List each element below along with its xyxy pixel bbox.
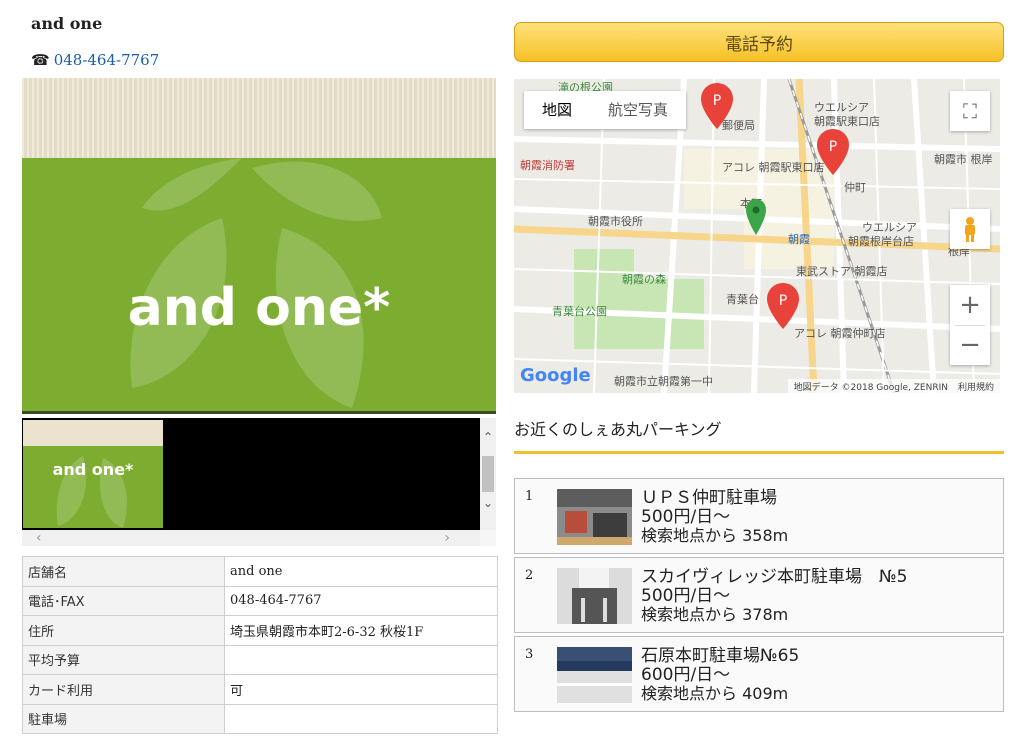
thumbnail-viewport: and one*	[22, 418, 480, 530]
shop-tel-number: 048-464-7767	[53, 51, 160, 69]
phone-reserve-button[interactable]: 電話予約	[514, 22, 1004, 62]
info-row: 駐車場	[22, 703, 498, 734]
hero-image: and one*	[22, 78, 496, 414]
info-row-value	[224, 703, 498, 734]
hero-bottom-line	[22, 411, 496, 414]
info-row-value: 可	[224, 674, 498, 705]
info-row-label: 電話･FAX	[22, 585, 225, 616]
zoom-out-icon[interactable]: −	[950, 325, 990, 365]
info-row-label: 平均予算	[22, 644, 225, 675]
map-label: 朝霞駅東口店	[814, 115, 880, 128]
map-label: 朝霞市立朝霞第一中	[614, 375, 713, 388]
parking-item[interactable]: 1 ＵＰＳ仲町駐車場 500円/日～ 検索地点から 358m	[514, 478, 1004, 554]
thumbnail-horizontal-scrollbar[interactable]: ‹ ›	[22, 530, 480, 546]
street-view-pegman-icon[interactable]	[950, 209, 990, 249]
map-label: 仲町	[844, 181, 866, 194]
zoom-control[interactable]: + −	[950, 285, 990, 365]
info-row: 住所 埼玉県朝霞市本町2-6-32 秋桜1F	[22, 615, 498, 646]
zoom-in-icon[interactable]: +	[950, 285, 990, 325]
map-label: 朝霞	[788, 233, 810, 246]
scroll-thumb[interactable]	[482, 456, 494, 492]
parking-item[interactable]: 2 スカイヴィレッジ本町駐車場 №5 500円/日～ 検索地点から 378m	[514, 557, 1004, 633]
scroll-right-icon[interactable]: ›	[444, 530, 450, 546]
map[interactable]: 滝の根公園 郵便局 朝霞消防署 ウエルシア 朝霞駅東口店 アコレ 朝霞駅東口店 …	[514, 79, 1000, 393]
parking-pin-icon[interactable]: P	[816, 129, 850, 175]
parking-pin-icon[interactable]: P	[700, 83, 734, 129]
map-label: 朝霞根岸台店	[848, 235, 914, 248]
nearby-divider	[514, 451, 1004, 454]
info-row-value	[224, 644, 498, 675]
info-row: 電話･FAX 048-464-7767	[22, 585, 498, 616]
map-type-map-button[interactable]: 地図	[524, 91, 590, 129]
hero-paper-band	[22, 78, 496, 158]
info-row-label: 店舗名	[22, 556, 225, 587]
shop-tel-link[interactable]: ☎ 048-464-7767	[31, 51, 159, 69]
parking-item-distance: 検索地点から 358m	[641, 526, 789, 545]
parking-item-distance: 検索地点から 378m	[641, 605, 789, 624]
map-label: 東武ストア 朝霞店	[796, 265, 888, 278]
parking-photo[interactable]	[557, 489, 632, 545]
info-row: 平均予算	[22, 644, 498, 675]
map-label: アコレ 朝霞駅東口店	[722, 161, 825, 174]
info-row: 店舗名 and one	[22, 556, 498, 587]
thumbnail-strip[interactable]: and one* ⌃ ⌄ ‹ ›	[22, 418, 496, 546]
info-row-value: and one	[224, 556, 498, 587]
parking-item-number: 3	[525, 647, 534, 662]
svg-text:P: P	[779, 293, 787, 309]
map-label: 朝霞の森	[622, 273, 666, 286]
parking-item-number: 2	[525, 568, 534, 583]
parking-photo[interactable]	[557, 647, 632, 703]
map-attribution-text: 地図データ ©2018 Google, ZENRIN	[793, 382, 948, 393]
info-row-value: 048-464-7767	[224, 585, 498, 616]
parking-item-number: 1	[525, 489, 534, 504]
phone-icon: ☎	[31, 51, 50, 69]
scroll-left-icon[interactable]: ‹	[36, 530, 42, 546]
shop-location-pin-icon[interactable]	[746, 199, 766, 235]
info-row: カード利用可	[22, 674, 498, 705]
map-label: アコレ 朝霞仲町店	[794, 327, 886, 340]
parking-pin-icon[interactable]: P	[766, 283, 800, 329]
thumbnail-paper-band	[23, 420, 163, 446]
map-label: 朝霞市役所	[588, 215, 643, 228]
shop-name: and one	[31, 14, 103, 33]
info-row-label: カード利用	[22, 674, 225, 705]
map-type-satellite-button[interactable]: 航空写真	[590, 91, 686, 129]
google-logo: Google	[520, 365, 591, 386]
map-terms-link[interactable]: 利用規約	[958, 380, 994, 393]
info-row-label: 住所	[22, 615, 225, 646]
scroll-up-icon[interactable]: ⌃	[480, 430, 496, 444]
fullscreen-icon[interactable]: ⛶	[950, 91, 990, 131]
thumbnail-vertical-scrollbar[interactable]: ⌃ ⌄	[480, 418, 496, 530]
nearby-parking-title: お近くのしぇあ丸パーキング	[514, 420, 722, 439]
shop-info-table: 店舗名 and one 電話･FAX 048-464-7767 住所 埼玉県朝霞市本町2-…	[22, 556, 498, 734]
map-attribution: 地図データ ©2018 Google, ZENRIN 利用規約	[787, 379, 1000, 393]
map-label: 青葉台公園	[552, 305, 607, 318]
thumbnail-leaf-decoration	[56, 456, 127, 528]
map-label: 朝霞市 根岸	[934, 153, 993, 166]
info-row-value: 埼玉県朝霞市本町2-6-32 秋桜1F	[224, 615, 498, 646]
svg-text:P: P	[713, 93, 721, 109]
parking-photo[interactable]	[557, 568, 632, 624]
scroll-down-icon[interactable]: ⌄	[480, 496, 496, 510]
thumbnail-brand-text: and one*	[52, 460, 134, 479]
hero-brand-text: and one*	[127, 278, 391, 338]
thumbnail-item[interactable]: and one*	[23, 420, 163, 528]
svg-text:P: P	[829, 139, 837, 155]
map-label: 青葉台	[726, 293, 759, 306]
map-type-control[interactable]: 地図 航空写真	[524, 91, 687, 129]
info-row-label: 駐車場	[22, 703, 225, 734]
parking-item-distance: 検索地点から 409m	[641, 684, 789, 703]
map-label: 朝霞消防署	[520, 159, 575, 172]
parking-item[interactable]: 3 石原本町駐車場№65 600円/日～ 検索地点から 409m	[514, 636, 1004, 712]
